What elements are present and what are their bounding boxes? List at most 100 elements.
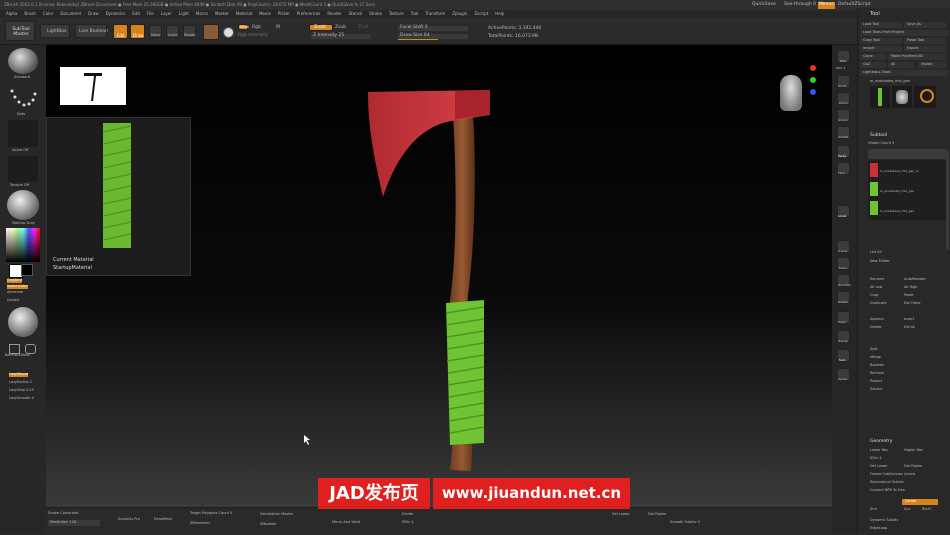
- menu-item[interactable]: Texture: [389, 12, 404, 16]
- subtool-scrollbar[interactable]: [946, 150, 949, 250]
- all-button[interactable]: All: [888, 62, 914, 68]
- rotate-view-button[interactable]: Rotate: [837, 291, 850, 304]
- menu-item[interactable]: Transform: [425, 12, 445, 16]
- axis-gizmo-icon[interactable]: [809, 65, 817, 113]
- material-swatch-button[interactable]: [203, 24, 219, 40]
- zremesher-button[interactable]: ZRemesher: [190, 521, 210, 526]
- project-button[interactable]: Project: [870, 379, 882, 384]
- menu-item[interactable]: Help: [495, 12, 504, 16]
- local-button[interactable]: Local: [837, 205, 850, 218]
- lazy-smooth-slider[interactable]: LazySmooth 4: [9, 396, 34, 401]
- zcut-button[interactable]: Zcut: [358, 25, 368, 31]
- texture-thumbnail[interactable]: [8, 156, 38, 182]
- all-high-button[interactable]: All High: [904, 285, 918, 290]
- tool-thumbnail-1[interactable]: [870, 86, 890, 108]
- switch-color-button[interactable]: SwitchColor: [7, 284, 28, 289]
- tool-thumbnail-2[interactable]: [892, 86, 912, 108]
- polyf-button[interactable]: PolyF: [837, 311, 850, 324]
- mirror-weld-button[interactable]: Mirror And Weld: [332, 520, 360, 525]
- lightbox-button[interactable]: LightBox: [40, 24, 70, 38]
- target-polygons-slider[interactable]: Target Polygons Count 5: [190, 511, 232, 516]
- canvas-viewport[interactable]: Current Material StartupMaterial: [46, 45, 832, 507]
- menu-item[interactable]: File: [147, 12, 154, 16]
- lazy-step-slider[interactable]: LazyStep 0.25: [9, 388, 34, 393]
- smooth-subdiv-slider[interactable]: Smooth Subdiv 0: [670, 520, 700, 525]
- menu-item[interactable]: Movie: [259, 12, 271, 16]
- menu-item[interactable]: Edit: [132, 12, 140, 16]
- divide-button[interactable]: Divide: [902, 499, 938, 505]
- menu-item[interactable]: Stroke: [369, 12, 382, 16]
- new-folder-button[interactable]: New Folder: [870, 259, 890, 264]
- menu-item[interactable]: Dynamics: [106, 12, 126, 16]
- decimation-button[interactable]: Decimation Master: [260, 512, 293, 517]
- subtool-header[interactable]: Subtool: [870, 133, 887, 139]
- zoom3d-button[interactable]: Zoom3D: [837, 274, 851, 287]
- spix-slider[interactable]: SPix 3: [836, 67, 845, 70]
- menu-item[interactable]: Alpha: [6, 12, 17, 16]
- zadd-button[interactable]: Zadd: [309, 24, 333, 31]
- export-button[interactable]: Export: [904, 46, 946, 52]
- make-polymesh-button[interactable]: Make PolyMesh3D: [888, 54, 946, 60]
- geometry-header[interactable]: Geometry: [870, 439, 892, 445]
- divide-bottom-button[interactable]: Divide: [402, 512, 413, 517]
- frame-button[interactable]: Frame: [837, 240, 850, 253]
- draw-button[interactable]: Draw: [130, 24, 145, 39]
- alternate-button[interactable]: Alternate: [7, 290, 23, 295]
- goz-button[interactable]: GoZ: [860, 62, 886, 68]
- color-picker[interactable]: [6, 228, 40, 262]
- menus-button[interactable]: Menus: [818, 2, 835, 9]
- gradient-button[interactable]: Gradient: [7, 278, 23, 283]
- del-lower-bottom-button[interactable]: Del Lower: [612, 512, 629, 517]
- dynamic-subdiv-header[interactable]: Dynamic Subdiv: [870, 518, 898, 523]
- dots-stroke-icon[interactable]: [8, 85, 38, 111]
- material-sphere-icon[interactable]: [7, 190, 39, 220]
- remesh-button[interactable]: Remesh: [870, 371, 884, 376]
- visible-button[interactable]: Visible: [918, 62, 946, 68]
- lazy-mouse-button[interactable]: LazyMouse: [9, 372, 29, 377]
- merge-button[interactable]: Merge: [870, 355, 881, 360]
- menu-item[interactable]: Light: [179, 12, 189, 16]
- move-button[interactable]: Move: [149, 25, 162, 38]
- actual-button[interactable]: Actual: [837, 109, 850, 122]
- reuv-button[interactable]: ReUV: [922, 507, 931, 512]
- del-higher-bottom-button[interactable]: Del Higher: [648, 512, 667, 517]
- tool-thumbnail-3[interactable]: [914, 86, 936, 108]
- lazy-radius-slider[interactable]: LazyRadius 1: [9, 380, 32, 385]
- paste-button[interactable]: Paste: [904, 293, 913, 298]
- extract-button[interactable]: Extract: [870, 387, 883, 392]
- higher-res-button[interactable]: Higher Res: [904, 448, 923, 453]
- copy-button[interactable]: Copy: [870, 293, 879, 298]
- boolean-button[interactable]: Boolean: [870, 363, 884, 368]
- subtool-item-2[interactable]: m_axehandle_mid_geo: [880, 190, 914, 193]
- scroll-button[interactable]: Scroll: [837, 75, 850, 88]
- transp-button[interactable]: Transp: [837, 330, 850, 343]
- double-sphere-icon[interactable]: [8, 307, 38, 337]
- move-view-button[interactable]: Move: [837, 257, 850, 270]
- import-button[interactable]: Import: [860, 46, 902, 52]
- subtool-master-button[interactable]: SubTool Master: [5, 21, 35, 41]
- menu-item[interactable]: Tool: [411, 12, 419, 16]
- dynamesh-button[interactable]: DynaMesh: [154, 517, 172, 522]
- all-low-button[interactable]: All Low: [870, 285, 882, 290]
- del-lower-button[interactable]: Del Lower: [870, 464, 887, 469]
- m-button[interactable]: M: [276, 25, 280, 31]
- menu-item[interactable]: Color: [43, 12, 53, 16]
- edgeloop-header[interactable]: EdgeLoop: [870, 526, 887, 531]
- menu-item[interactable]: Picker: [278, 12, 290, 16]
- del-higher-button[interactable]: Del Higher: [904, 464, 923, 469]
- menu-item[interactable]: Preferences: [297, 12, 321, 16]
- draw-size-slider[interactable]: Draw Size 64: [398, 33, 468, 40]
- del-all-button[interactable]: Del All: [904, 325, 915, 330]
- menu-item[interactable]: Material: [236, 12, 252, 16]
- paste-tool-button[interactable]: Paste Tool: [904, 38, 946, 44]
- aahalf-button[interactable]: AAHalf: [837, 126, 850, 139]
- rotate-button[interactable]: Rotate: [183, 25, 196, 38]
- sculptris-pro-button[interactable]: Sculptris Pro: [118, 517, 140, 522]
- list-all-button[interactable]: List All: [870, 250, 882, 255]
- del-other-button[interactable]: Del Other: [904, 301, 921, 306]
- convert-bpr-button[interactable]: Convert BPR To Geo: [870, 488, 905, 493]
- z-intensity-slider[interactable]: Z Intensity 25: [311, 33, 371, 39]
- persp-button[interactable]: Persp: [837, 145, 850, 158]
- zsub-button[interactable]: Zsub: [335, 25, 346, 31]
- resolution-slider[interactable]: Resolution 128: [48, 520, 100, 526]
